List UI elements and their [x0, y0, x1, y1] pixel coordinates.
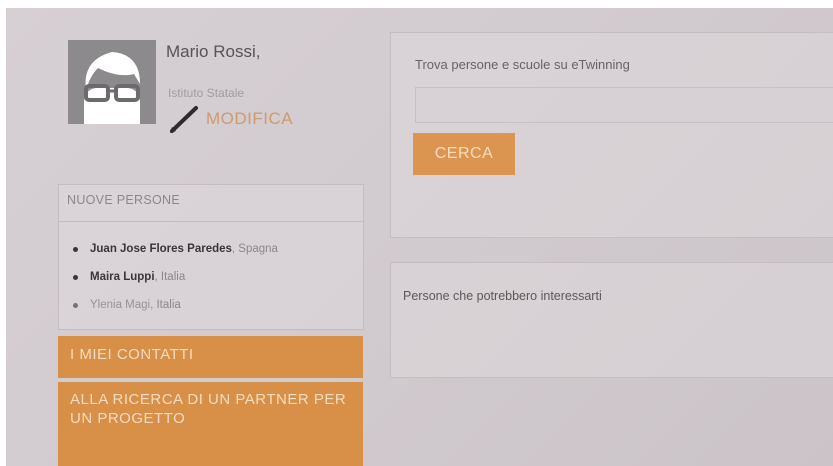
- person-country: , Italia: [150, 299, 181, 311]
- bullet-icon: [73, 302, 78, 308]
- list-item[interactable]: Juan Jose Flores Paredes , Spagna: [73, 235, 278, 263]
- list-item[interactable]: Maira Luppi , Italia: [73, 263, 278, 291]
- bullet-icon: [73, 246, 78, 252]
- person-name[interactable]: Maira Luppi: [90, 271, 155, 283]
- search-input[interactable]: [415, 87, 833, 123]
- user-name: Mario Rossi,: [166, 42, 261, 61]
- person-country: , Italia: [154, 271, 186, 283]
- search-label: Trova persone e scuole su eTwinning: [415, 57, 630, 72]
- suggestions-panel: Persone che potrebbero interessarti: [390, 262, 833, 378]
- person-country: , Spagna: [231, 243, 278, 255]
- profile-card: Mario Rossi, Istituto Statale MODIFICA: [58, 36, 364, 154]
- divider: [59, 221, 363, 222]
- bullet-icon: [73, 274, 78, 280]
- search-button[interactable]: CERCA: [413, 133, 515, 175]
- new-people-panel: NUOVE PERSONE Juan Jose Flores Paredes ,…: [58, 184, 364, 330]
- new-people-title: NUOVE PERSONE: [67, 193, 180, 207]
- list-item[interactable]: Ylenia Magi , Italia: [73, 291, 278, 319]
- person-name[interactable]: Juan Jose Flores Paredes: [90, 243, 232, 255]
- search-panel: Trova persone e scuole su eTwinning CERC…: [390, 32, 833, 238]
- suggestions-label: Persone che potrebbero interessarti: [403, 289, 602, 303]
- avatar[interactable]: [68, 40, 156, 124]
- person-name[interactable]: Ylenia Magi: [90, 299, 150, 311]
- edit-profile-label: MODIFICA: [206, 109, 294, 128]
- new-people-list: Juan Jose Flores Paredes , Spagna Maira …: [73, 235, 278, 319]
- user-school: Istituto Statale: [168, 86, 245, 100]
- screen: Mario Rossi, Istituto Statale MODIFICA N…: [6, 8, 833, 466]
- edit-profile-link[interactable]: MODIFICA: [168, 104, 293, 134]
- my-contacts-button[interactable]: I MIEI CONTATTI: [58, 336, 363, 378]
- partner-search-button[interactable]: ALLA RICERCA DI UN PARTNER PER UN PROGET…: [58, 382, 363, 466]
- user-avatar-icon: [68, 40, 156, 124]
- pencil-icon: [170, 106, 198, 133]
